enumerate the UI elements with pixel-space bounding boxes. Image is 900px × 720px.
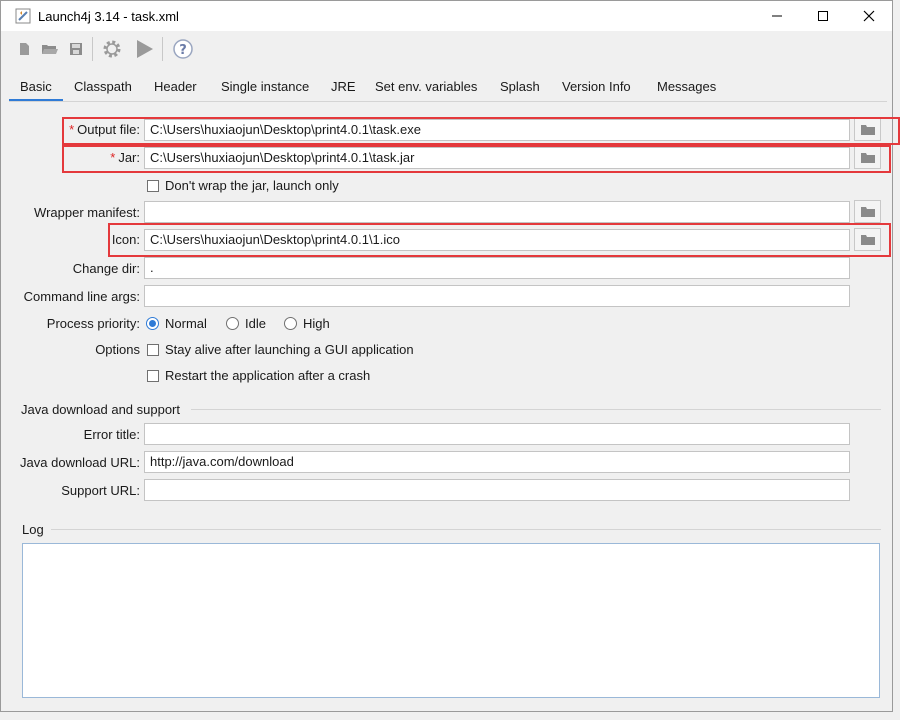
priority-normal-radio[interactable]: Normal: [146, 316, 207, 331]
tab-divider: [9, 101, 887, 102]
jar-browse-button[interactable]: [854, 146, 881, 169]
tab-header[interactable]: Header: [143, 75, 208, 101]
section-divider: [51, 529, 881, 530]
log-section-title: Log: [22, 522, 44, 537]
wrapper-manifest-label: Wrapper manifest:: [34, 205, 140, 220]
folder-icon: [860, 125, 875, 135]
java-download-section-title: Java download and support: [21, 402, 181, 417]
save-config-button[interactable]: [63, 36, 89, 62]
output-file-field[interactable]: C:\Users\huxiaojun\Desktop\print4.0.1\ta…: [144, 119, 850, 141]
radio-unselected[interactable]: [226, 317, 239, 330]
folder-icon: [860, 235, 875, 245]
app-icon: [15, 8, 31, 24]
icon-field[interactable]: C:\Users\huxiaojun\Desktop\print4.0.1\1.…: [144, 229, 850, 251]
close-button[interactable]: [846, 1, 892, 31]
folder-icon: [860, 153, 875, 163]
section-divider: [191, 409, 881, 410]
tab-version-info[interactable]: Version Info: [551, 75, 642, 101]
folder-icon: [860, 207, 875, 217]
jar-field[interactable]: C:\Users\huxiaojun\Desktop\print4.0.1\ta…: [144, 147, 850, 169]
output-file-label: * Output file:: [69, 122, 140, 137]
open-folder-icon: [42, 45, 58, 54]
radio-selected[interactable]: [146, 317, 159, 330]
error-title-label: Error title:: [83, 427, 140, 442]
output-file-browse-button[interactable]: [854, 118, 881, 141]
tab-env-variables[interactable]: Set env. variables: [364, 75, 488, 101]
cmd-args-label: Command line args:: [23, 289, 140, 304]
support-url-field[interactable]: [144, 479, 850, 501]
new-config-button[interactable]: [11, 36, 37, 62]
tab-basic[interactable]: Basic: [9, 75, 63, 101]
svg-text:?: ?: [179, 43, 187, 58]
icon-label: Icon:: [111, 232, 140, 247]
window-title: Launch4j 3.14 - task.xml: [38, 9, 179, 24]
play-icon: [137, 40, 153, 58]
test-wrapper-button[interactable]: [131, 36, 157, 62]
build-wrapper-button[interactable]: [99, 36, 125, 62]
support-url-label: Support URL:: [61, 483, 140, 498]
gear-icon: [103, 40, 121, 58]
maximize-button[interactable]: [800, 1, 846, 31]
change-dir-label: Change dir:: [72, 261, 140, 276]
tab-splash[interactable]: Splash: [489, 75, 551, 101]
save-icon: [70, 43, 82, 55]
wrapper-manifest-browse-button[interactable]: [854, 200, 881, 223]
checkbox-box[interactable]: [147, 179, 159, 192]
jar-label: * Jar:: [110, 150, 140, 165]
process-priority-label: Process priority:: [46, 316, 140, 331]
log-textarea[interactable]: [22, 543, 880, 698]
options-label: Options: [95, 342, 140, 357]
tab-classpath[interactable]: Classpath: [63, 75, 143, 101]
error-title-field[interactable]: [144, 423, 850, 445]
java-download-url-label: Java download URL:: [20, 455, 140, 470]
priority-idle-radio[interactable]: Idle: [226, 316, 266, 331]
stay-alive-checkbox[interactable]: Stay alive after launching a GUI applica…: [147, 342, 414, 357]
new-file-icon: [20, 43, 29, 55]
tab-jre[interactable]: JRE: [320, 75, 367, 101]
change-dir-field[interactable]: .: [144, 257, 850, 279]
help-icon: ?: [173, 39, 193, 59]
help-button[interactable]: ?: [170, 36, 196, 62]
radio-unselected[interactable]: [284, 317, 297, 330]
tab-single-instance[interactable]: Single instance: [210, 75, 320, 101]
launch4j-window: Launch4j 3.14 - task.xml ? Basic Classpa…: [0, 0, 900, 712]
toolbar: ?: [1, 31, 892, 67]
checkbox-box[interactable]: [147, 343, 159, 356]
tab-messages[interactable]: Messages: [646, 75, 727, 101]
minimize-icon: [772, 15, 782, 17]
close-icon: [863, 10, 875, 22]
dont-wrap-checkbox[interactable]: Don't wrap the jar, launch only: [147, 178, 339, 193]
wrapper-manifest-field[interactable]: [144, 201, 850, 223]
toolbar-separator: [162, 37, 163, 61]
toolbar-separator: [92, 37, 93, 61]
cmd-args-field[interactable]: [144, 285, 850, 307]
maximize-icon: [818, 11, 828, 21]
restart-checkbox[interactable]: Restart the application after a crash: [147, 368, 370, 383]
minimize-button[interactable]: [754, 1, 800, 31]
open-config-button[interactable]: [37, 36, 63, 62]
java-download-url-field[interactable]: http://java.com/download: [144, 451, 850, 473]
title-bar: Launch4j 3.14 - task.xml: [1, 1, 892, 31]
icon-browse-button[interactable]: [854, 228, 881, 251]
priority-high-radio[interactable]: High: [284, 316, 330, 331]
checkbox-box[interactable]: [147, 369, 159, 382]
